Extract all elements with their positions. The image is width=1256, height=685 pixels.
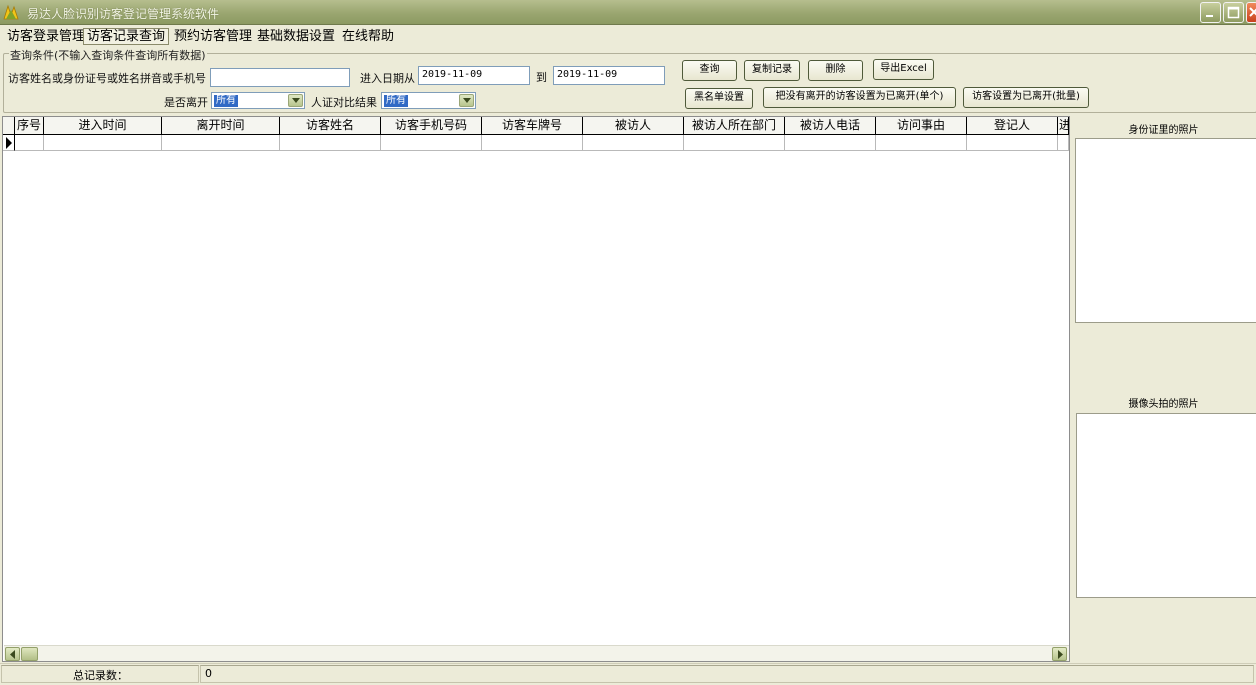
match-result-select[interactable]: 所有 — [381, 92, 476, 109]
chevron-down-icon[interactable] — [288, 94, 303, 107]
id-card-photo-caption: 身份证里的照片 — [1128, 125, 1199, 136]
menu-visitor-records[interactable]: 访客记录查询 — [83, 28, 170, 45]
photo-panel: 身份证里的照片 摄像头拍的照片 — [1071, 116, 1256, 662]
grid-cell[interactable] — [583, 135, 684, 151]
column-header[interactable]: 进入时间 — [44, 117, 162, 135]
column-header[interactable]: 访客手机号码 — [381, 117, 482, 135]
match-result-value: 所有 — [384, 95, 408, 107]
column-header[interactable]: 被访人所在部门 — [684, 117, 785, 135]
date-from-label: 进入日期从 — [360, 72, 415, 85]
column-header[interactable]: 访客车牌号 — [482, 117, 583, 135]
scroll-left-button[interactable] — [5, 647, 20, 661]
grid-cell[interactable] — [876, 135, 967, 151]
grid-cell[interactable] — [684, 135, 785, 151]
maximize-button[interactable] — [1223, 2, 1244, 23]
query-legend: 查询条件(不输入查询条件查询所有数据) — [9, 47, 207, 63]
menu-basic-data[interactable]: 基础数据设置 — [253, 28, 339, 45]
id-card-photo — [1075, 138, 1256, 323]
date-to-input[interactable]: 2019-11-09 — [553, 66, 665, 85]
records-grid[interactable]: 序号 进入时间 离开时间 访客姓名 访客手机号码 访客车牌号 被访人 被访人所在… — [2, 116, 1070, 662]
minimize-icon — [1206, 15, 1213, 17]
arrow-left-icon — [10, 650, 15, 659]
camera-photo-caption: 摄像头拍的照片 — [1128, 399, 1199, 410]
close-button[interactable] — [1246, 2, 1256, 23]
status-cell-label: 总记录数： — [1, 665, 199, 683]
grid-cell[interactable] — [162, 135, 280, 151]
column-header[interactable]: 进 — [1058, 117, 1069, 135]
camera-photo — [1076, 413, 1256, 598]
row-indicator-header — [3, 117, 15, 135]
keyword-input[interactable] — [210, 68, 350, 87]
maximize-icon — [1227, 6, 1240, 19]
column-header[interactable]: 离开时间 — [162, 117, 280, 135]
scroll-thumb[interactable] — [21, 647, 38, 661]
column-header[interactable]: 登记人 — [967, 117, 1058, 135]
grid-header: 序号 进入时间 离开时间 访客姓名 访客手机号码 访客车牌号 被访人 被访人所在… — [3, 117, 1069, 135]
query-button[interactable]: 查询 — [682, 60, 737, 81]
column-header[interactable]: 被访人电话 — [785, 117, 876, 135]
grid-cell[interactable] — [482, 135, 583, 151]
left-status-select[interactable]: 所有 — [211, 92, 305, 109]
menu-bar: 访客登录管理 访客记录查询 预约访客管理 基础数据设置 在线帮助 — [0, 27, 1256, 46]
blacklist-button[interactable]: 黑名单设置 — [685, 88, 753, 109]
grid-cell[interactable] — [15, 135, 44, 151]
column-header[interactable]: 被访人 — [583, 117, 684, 135]
row-pointer-icon — [6, 137, 12, 149]
close-icon — [1249, 7, 1256, 17]
menu-online-help[interactable]: 在线帮助 — [338, 28, 398, 45]
set-left-batch-button[interactable]: 访客设置为已离开(批量) — [963, 87, 1089, 108]
total-records-value: 0 — [205, 667, 212, 680]
column-header[interactable]: 序号 — [15, 117, 44, 135]
grid-cell[interactable] — [967, 135, 1058, 151]
column-header[interactable]: 访客姓名 — [280, 117, 381, 135]
menu-appointment[interactable]: 预约访客管理 — [170, 28, 256, 45]
grid-cell[interactable] — [1058, 135, 1069, 151]
scroll-right-button[interactable] — [1052, 647, 1067, 661]
delete-button[interactable]: 删除 — [808, 60, 863, 81]
status-cell-value: 0 — [200, 665, 1254, 683]
chevron-down-icon[interactable] — [459, 94, 474, 107]
keyword-label: 访客姓名或身份证号或姓名拼音或手机号 — [8, 72, 206, 85]
grid-cell[interactable] — [280, 135, 381, 151]
column-header[interactable]: 访问事由 — [876, 117, 967, 135]
arrow-right-icon — [1058, 650, 1063, 659]
date-from-input[interactable]: 2019-11-09 — [418, 66, 530, 85]
left-status-label: 是否离开 — [164, 96, 208, 109]
grid-cell[interactable] — [381, 135, 482, 151]
grid-cell[interactable] — [785, 135, 876, 151]
grid-cell[interactable] — [44, 135, 162, 151]
window-title: 易达人脸识别访客登记管理系统软件 — [27, 7, 220, 21]
left-status-value: 所有 — [214, 95, 238, 107]
total-records-label: 总记录数： — [73, 669, 128, 682]
app-logo-icon — [2, 3, 20, 21]
minimize-button[interactable] — [1200, 2, 1221, 23]
export-excel-button[interactable]: 导出Excel — [873, 59, 934, 80]
set-left-single-button[interactable]: 把没有离开的访客设置为已离开(单个) — [763, 87, 956, 108]
horizontal-scrollbar[interactable] — [4, 645, 1069, 661]
date-to-label: 到 — [536, 71, 547, 84]
copy-record-button[interactable]: 复制记录 — [744, 60, 800, 81]
menu-visitor-login[interactable]: 访客登录管理 — [3, 28, 89, 45]
match-result-label: 人证对比结果 — [311, 96, 377, 109]
current-row-indicator — [3, 135, 15, 151]
status-bar: 总记录数： 0 — [0, 663, 1256, 683]
title-bar: 易达人脸识别访客登记管理系统软件 — [0, 0, 1256, 25]
